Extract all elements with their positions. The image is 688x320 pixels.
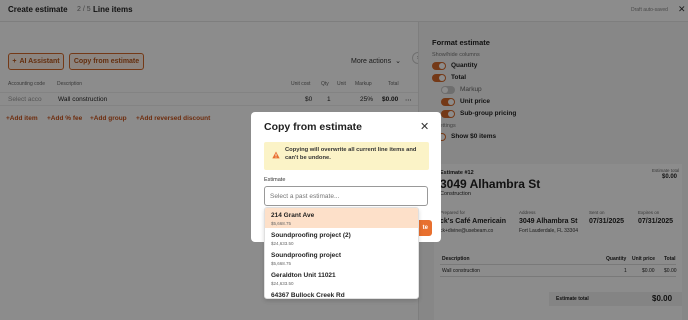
option-price: $5,668.75 bbox=[271, 221, 292, 226]
estimate-dropdown: 214 Grant Ave $5,668.75 Soundproofing pr… bbox=[264, 207, 419, 299]
warning-text: Copying will overwrite all current line … bbox=[285, 147, 417, 161]
warning-icon bbox=[272, 151, 280, 159]
estimate-field-label: Estimate bbox=[264, 177, 286, 183]
option-name: 64367 Bullock Creek Rd bbox=[271, 292, 345, 299]
option-name: 214 Grant Ave bbox=[271, 212, 315, 219]
list-item[interactable]: Soundproofing project $5,668.75 bbox=[265, 248, 418, 268]
list-item[interactable]: 64367 Bullock Creek Rd bbox=[265, 288, 418, 299]
option-price: $24,633.50 bbox=[271, 241, 294, 246]
list-item[interactable]: Soundproofing project (2) $24,633.50 bbox=[265, 228, 418, 248]
option-name: Soundproofing project bbox=[271, 252, 342, 259]
close-icon[interactable]: ✕ bbox=[420, 120, 429, 133]
modal-title: Copy from estimate bbox=[264, 121, 363, 133]
list-item[interactable]: Geraldton Unit 11021 $24,633.50 bbox=[265, 268, 418, 288]
option-name: Geraldton Unit 11021 bbox=[271, 272, 336, 279]
option-price: $5,668.75 bbox=[271, 261, 292, 266]
estimate-select-input[interactable] bbox=[264, 186, 428, 206]
list-item[interactable]: 214 Grant Ave $5,668.75 bbox=[265, 208, 418, 228]
warning-banner: Copying will overwrite all current line … bbox=[264, 142, 429, 170]
option-name: Soundproofing project (2) bbox=[271, 232, 351, 239]
option-price: $24,633.50 bbox=[271, 281, 294, 286]
